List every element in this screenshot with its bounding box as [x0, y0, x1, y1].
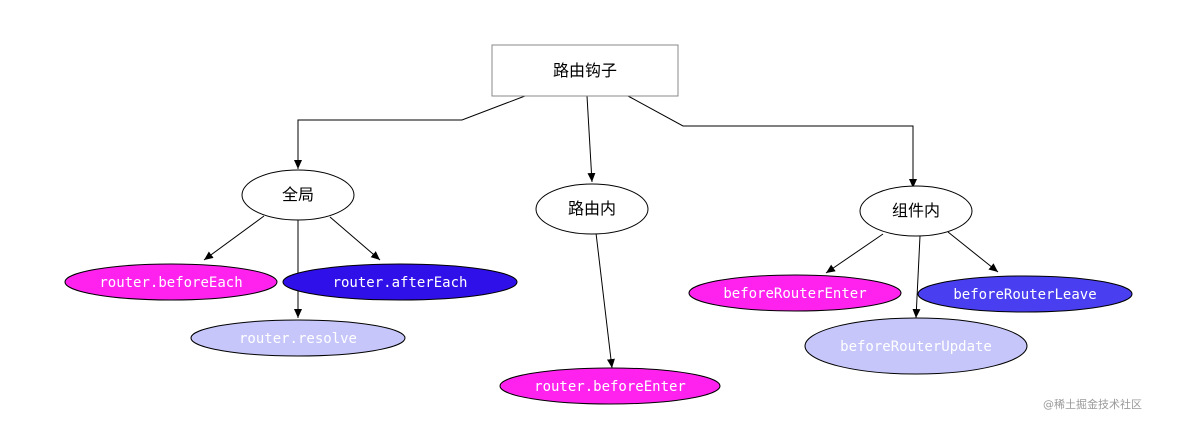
root-node-label: 路由钩子: [553, 61, 617, 80]
hook-before-router-enter-label: beforeRouterEnter: [723, 286, 866, 302]
edge-global-to-before-each: [203, 215, 265, 261]
edge-root-to-route: [586, 95, 596, 183]
hook-node-before-router-leave: beforeRouterLeave: [917, 275, 1133, 313]
hook-after-each-label: router.afterEach: [333, 275, 468, 291]
edge-root-to-component: [627, 95, 917, 188]
group-node-component: 组件内: [859, 185, 973, 237]
hook-before-router-update-label: beforeRouterUpdate: [840, 339, 992, 355]
hook-node-resolve: router.resolve: [190, 319, 406, 357]
group-node-route-label: 路由内: [568, 199, 616, 218]
edge-component-to-before-router-leave: [947, 231, 999, 273]
hook-node-after-each: router.afterEach: [282, 263, 518, 301]
edge-route-to-before-enter: [595, 232, 615, 369]
hook-resolve-label: router.resolve: [239, 331, 357, 347]
edge-component-to-before-router-enter: [825, 233, 884, 274]
hook-node-before-each: router.beforeEach: [64, 263, 278, 301]
hook-node-before-router-enter: beforeRouterEnter: [688, 274, 902, 312]
root-node: 路由钩子: [491, 44, 679, 97]
group-node-route: 路由内: [535, 183, 649, 235]
edge-root-to-global: [294, 95, 526, 169]
watermark-text: @稀土掘金技术社区: [1043, 397, 1142, 411]
hook-before-each-label: router.beforeEach: [99, 275, 242, 291]
hook-tree-diagram: 路由钩子 全局 路由内 组件内 router.beforeEach router…: [64, 44, 1142, 411]
group-node-component-label: 组件内: [892, 201, 940, 220]
group-node-global: 全局: [241, 169, 355, 221]
hook-node-before-enter: router.beforeEnter: [499, 367, 721, 405]
group-node-global-label: 全局: [282, 185, 314, 204]
hook-before-enter-label: router.beforeEnter: [534, 379, 686, 395]
edge-component-to-before-router-update: [912, 235, 921, 319]
edge-global-to-after-each: [329, 216, 381, 261]
hook-before-router-leave-label: beforeRouterLeave: [953, 287, 1096, 303]
hook-node-before-router-update: beforeRouterUpdate: [804, 317, 1028, 375]
